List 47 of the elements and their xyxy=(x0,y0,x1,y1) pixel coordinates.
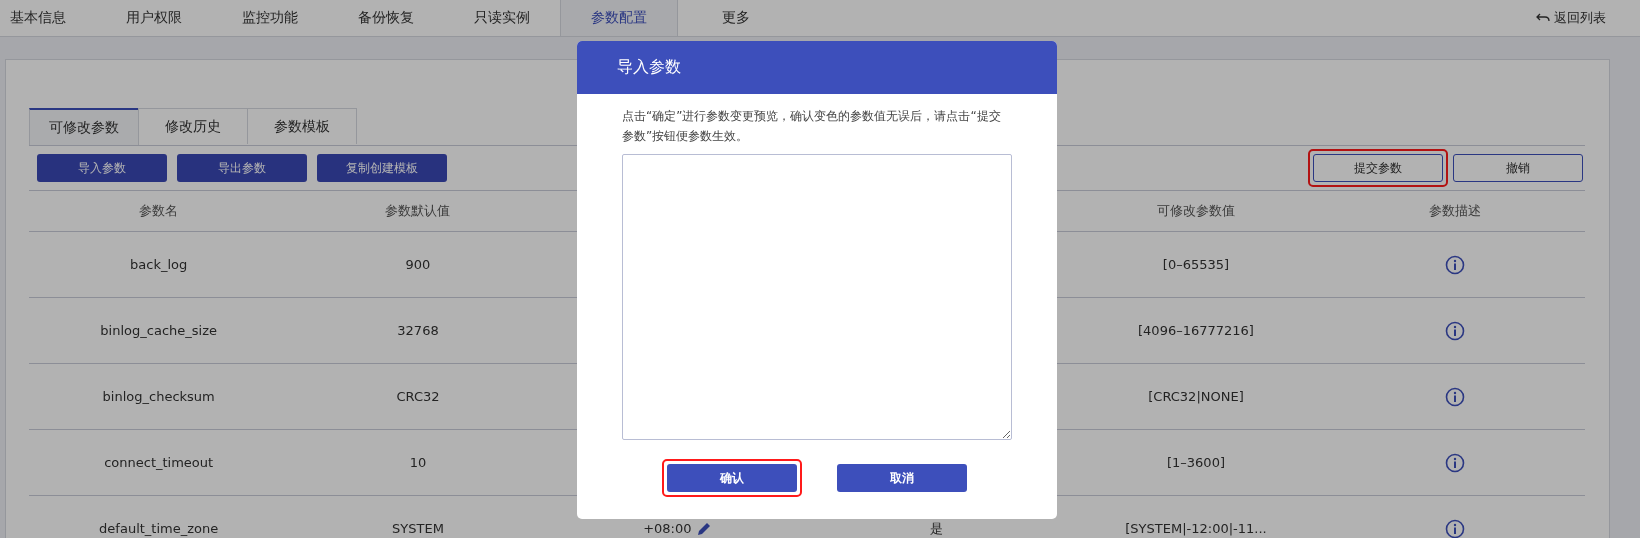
nav-tab[interactable]: 基本信息 xyxy=(0,0,96,36)
back-link[interactable]: 返回列表 xyxy=(1536,0,1606,36)
table-cell: [CRC32|NONE] xyxy=(1148,389,1244,404)
table-cell: default_time_zone xyxy=(99,521,219,536)
table-cell: [0–65535] xyxy=(1162,257,1230,272)
input-field[interactable] xyxy=(622,154,1012,440)
action-button[interactable]: 复制创建模板 xyxy=(317,154,447,182)
info-icon[interactable] xyxy=(1445,386,1466,407)
table-cell: CRC32 xyxy=(396,389,440,404)
dialog-button[interactable]: 确认 xyxy=(667,464,797,492)
info-icon[interactable] xyxy=(1445,254,1466,275)
action-button[interactable]: 导入参数 xyxy=(37,154,167,182)
table-cell: +08:00 xyxy=(643,521,692,536)
dialog-button[interactable]: 取消 xyxy=(837,464,967,492)
nav-tab[interactable]: 只读实例 xyxy=(444,0,560,36)
info-icon[interactable] xyxy=(1445,518,1466,538)
table-cell: binlog_checksum xyxy=(102,389,215,404)
info-icon[interactable] xyxy=(1445,452,1466,473)
table-cell: [SYSTEM|-12:00|-11... xyxy=(1125,521,1267,536)
table-cell: [1–3600] xyxy=(1167,455,1225,470)
table-cell: connect_timeout xyxy=(104,455,214,470)
table-cell: [4096–16777216] xyxy=(1138,323,1254,338)
nav-tab[interactable]: 参数配置 xyxy=(560,0,678,36)
sub-tab[interactable]: 参数模板 xyxy=(247,108,357,144)
table-cell: 900 xyxy=(405,257,431,272)
nav-tab[interactable]: 用户权限 xyxy=(96,0,212,36)
sub-tab[interactable]: 可修改参数 xyxy=(29,108,139,145)
return-arrow-icon xyxy=(1536,13,1550,23)
action-button[interactable]: 撤销 xyxy=(1453,154,1583,182)
nav-tab[interactable]: 备份恢复 xyxy=(328,0,444,36)
column-header: 参数默认值 xyxy=(384,202,452,220)
info-icon[interactable] xyxy=(1445,320,1466,341)
table-cell: 是 xyxy=(930,519,944,538)
column-header: 参数名 xyxy=(138,202,180,220)
nav-tab[interactable]: 监控功能 xyxy=(212,0,328,36)
column-header: 参数描述 xyxy=(1428,202,1483,220)
action-button[interactable]: 提交参数 xyxy=(1313,154,1443,182)
table-cell: binlog_cache_size xyxy=(100,323,217,338)
table-cell: back_log xyxy=(130,257,188,272)
table-cell: 32768 xyxy=(397,323,439,338)
column-header: 可修改参数值 xyxy=(1156,202,1236,220)
hint-text: 点击“确定”进行参数变更预览，确认变色的参数值无误后，请点击“提交参数”按钮便参数生效。 xyxy=(622,108,1002,145)
table-cell: SYSTEM xyxy=(392,521,444,536)
table-cell: 10 xyxy=(409,455,427,470)
dialog-title: 导入参数 xyxy=(617,57,681,78)
action-button[interactable]: 导出参数 xyxy=(177,154,307,182)
nav-tab[interactable]: 更多 xyxy=(678,0,794,36)
